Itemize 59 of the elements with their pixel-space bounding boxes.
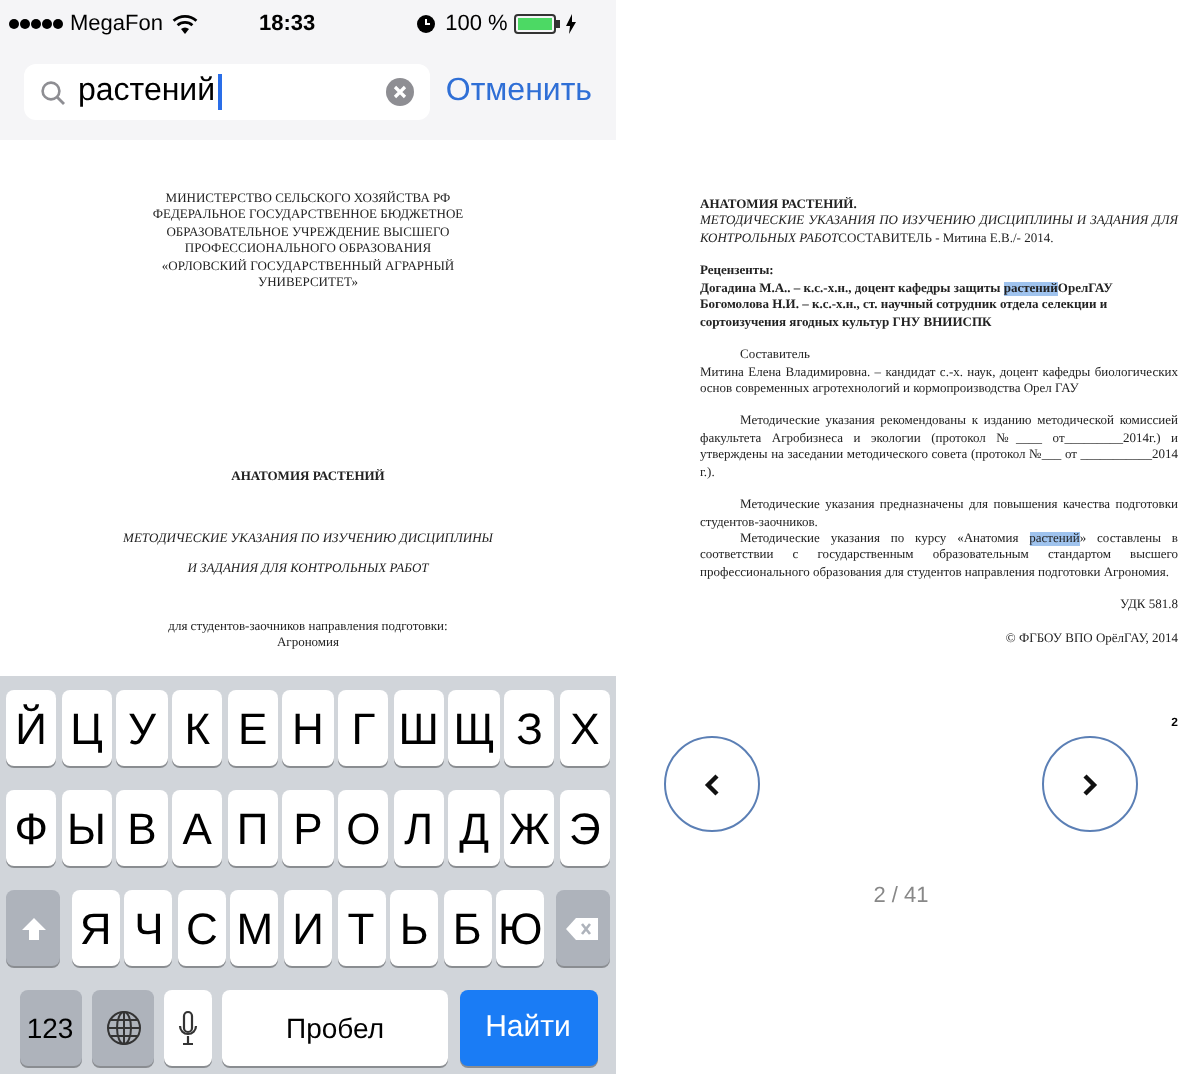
clear-icon[interactable] (385, 78, 414, 106)
keyboard-key[interactable]: Е (227, 690, 278, 766)
microphone-icon (177, 1010, 197, 1046)
keyboard-key[interactable]: М (230, 890, 279, 966)
search-key[interactable]: Найти (459, 990, 597, 1066)
keyboard-key[interactable]: Ж (504, 790, 555, 866)
battery-percent: 100 % (445, 9, 508, 40)
search-icon (40, 79, 66, 105)
alarm-clock-icon (415, 14, 436, 34)
keyboard-key[interactable]: Э (559, 790, 611, 866)
status-time: 18:33 (258, 9, 316, 40)
signal-icon (8, 18, 64, 30)
keyboard-key[interactable]: И (283, 890, 333, 966)
chevron-left-icon (704, 773, 720, 796)
keyboard-key[interactable]: Ы (61, 790, 112, 866)
page-counter: 2 / 41 (873, 882, 929, 913)
shift-arrow-icon (21, 917, 46, 939)
next-page-button[interactable] (1042, 736, 1138, 833)
keyboard-key[interactable]: Т (337, 890, 386, 966)
keyboard-key[interactable]: К (172, 690, 223, 766)
keyboard-key[interactable]: З (504, 690, 555, 766)
keyboard-key[interactable]: Б (443, 890, 492, 966)
carrier-name: MegaFon (70, 9, 163, 40)
delete-key[interactable] (555, 890, 610, 966)
charging-bolt-icon (565, 14, 576, 34)
keyboard-key[interactable]: Ф (5, 790, 57, 866)
keyboard-key[interactable]: П (227, 790, 278, 866)
keyboard-key[interactable]: Н (282, 690, 334, 766)
globe-key[interactable] (92, 990, 154, 1066)
keyboard-key[interactable]: Х (559, 690, 611, 766)
keyboard-key[interactable]: Ч (124, 890, 173, 966)
keyboard-key[interactable]: О (338, 790, 389, 866)
keyboard-key[interactable]: Я (71, 890, 120, 966)
search-field[interactable]: растений (24, 64, 430, 120)
keyboard-key[interactable]: У (116, 690, 168, 766)
keyboard-key[interactable]: Ц (61, 690, 112, 766)
keyboard-key[interactable]: Й (5, 690, 57, 766)
keyboard-key[interactable]: С (177, 890, 226, 966)
shift-key[interactable] (6, 890, 61, 966)
cancel-button[interactable]: Отменить (445, 68, 592, 116)
keyboard-key[interactable]: В (116, 790, 168, 866)
keyboard-key[interactable]: Р (282, 790, 334, 866)
microphone-key[interactable] (163, 990, 211, 1066)
globe-icon (105, 1010, 141, 1046)
keyboard-key[interactable]: Ш (393, 690, 444, 766)
chevron-right-icon (1082, 773, 1098, 796)
keyboard-key[interactable]: А (172, 790, 223, 866)
keyboard-key[interactable]: Ь (390, 890, 439, 966)
previous-page-button[interactable] (664, 736, 760, 833)
keyboard-key[interactable]: Щ (448, 690, 500, 766)
numbers-key[interactable]: 123 (19, 990, 81, 1066)
space-key[interactable]: Пробел (222, 990, 448, 1066)
backspace-icon (566, 917, 599, 939)
battery-icon (513, 14, 562, 34)
keyboard-key[interactable]: Д (448, 790, 500, 866)
keyboard-key[interactable]: Л (393, 790, 444, 866)
wifi-icon (172, 14, 199, 34)
keyboard-key[interactable]: Г (338, 690, 389, 766)
keyboard-key[interactable]: Ю (496, 890, 545, 966)
